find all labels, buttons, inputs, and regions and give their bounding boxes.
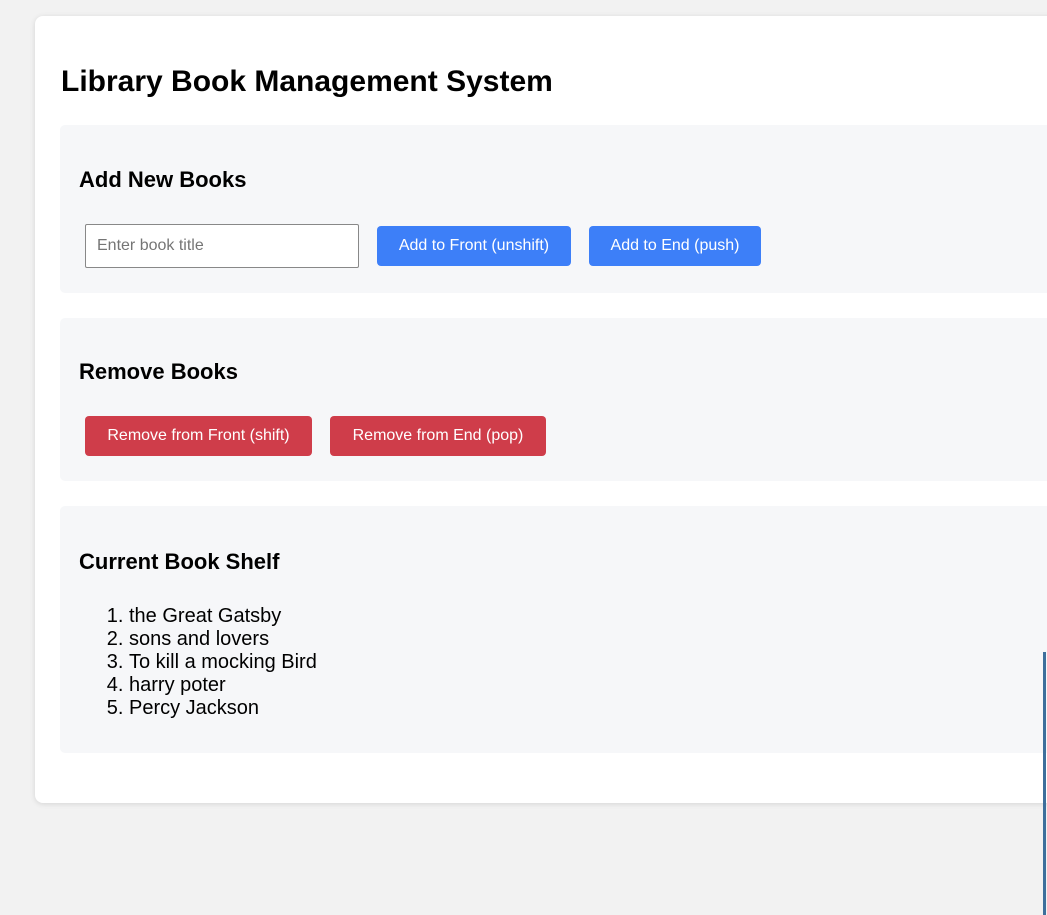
remove-from-front-button[interactable]: Remove from Front (shift): [85, 416, 312, 456]
remove-from-end-button[interactable]: Remove from End (pop): [330, 416, 546, 456]
book-title-input[interactable]: [85, 224, 359, 268]
add-books-heading: Add New Books: [79, 167, 247, 192]
list-item: Percy Jackson: [129, 697, 317, 720]
list-item: the Great Gatsby: [129, 605, 317, 628]
book-list: the Great Gatsby sons and lovers To kill…: [104, 605, 317, 720]
list-item: harry poter: [129, 674, 317, 697]
remove-books-heading: Remove Books: [79, 359, 238, 384]
add-to-front-button[interactable]: Add to Front (unshift): [377, 226, 571, 266]
window-edge-divider: [1043, 652, 1046, 915]
add-to-end-button[interactable]: Add to End (push): [589, 226, 761, 266]
list-item: To kill a mocking Bird: [129, 651, 317, 674]
book-shelf-heading: Current Book Shelf: [79, 549, 280, 574]
list-item: sons and lovers: [129, 628, 317, 651]
main-card: Library Book Management System Add New B…: [35, 16, 1047, 803]
book-shelf-section: Current Book Shelf the Great Gatsby sons…: [60, 506, 1047, 753]
add-books-section: Add New Books Add to Front (unshift) Add…: [60, 125, 1047, 293]
page-title: Library Book Management System: [61, 65, 553, 98]
remove-books-section: Remove Books Remove from Front (shift) R…: [60, 318, 1047, 481]
